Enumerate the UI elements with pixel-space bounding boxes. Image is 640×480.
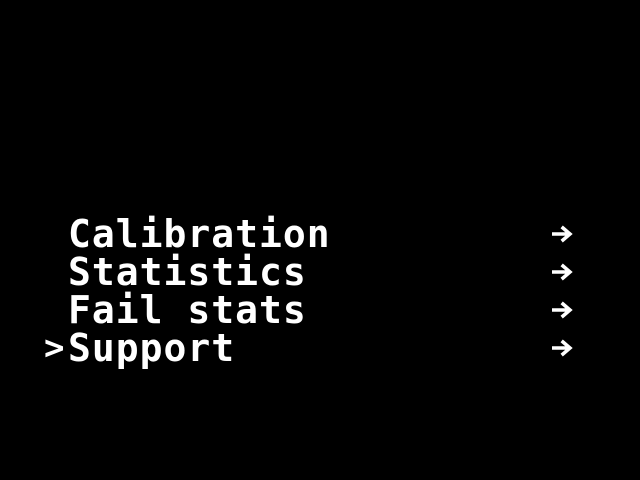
- arrow-right-icon: [550, 214, 576, 254]
- menu-item-statistics[interactable]: Statistics: [44, 252, 584, 292]
- menu-item-label: Support: [68, 326, 236, 370]
- menu-item-label: Calibration: [68, 212, 331, 256]
- menu-item-label: Fail stats: [68, 288, 307, 332]
- menu-screen: Calibration Statistics Fail stats > Supp…: [0, 0, 640, 480]
- selection-cursor: >: [44, 328, 65, 368]
- menu-item-calibration[interactable]: Calibration: [44, 214, 584, 254]
- arrow-right-icon: [550, 290, 576, 330]
- main-menu: Calibration Statistics Fail stats > Supp…: [44, 214, 584, 368]
- arrow-right-icon: [550, 328, 576, 368]
- arrow-right-icon: [550, 252, 576, 292]
- menu-item-support[interactable]: > Support: [44, 328, 584, 368]
- menu-item-label: Statistics: [68, 250, 307, 294]
- menu-item-fail-stats[interactable]: Fail stats: [44, 290, 584, 330]
